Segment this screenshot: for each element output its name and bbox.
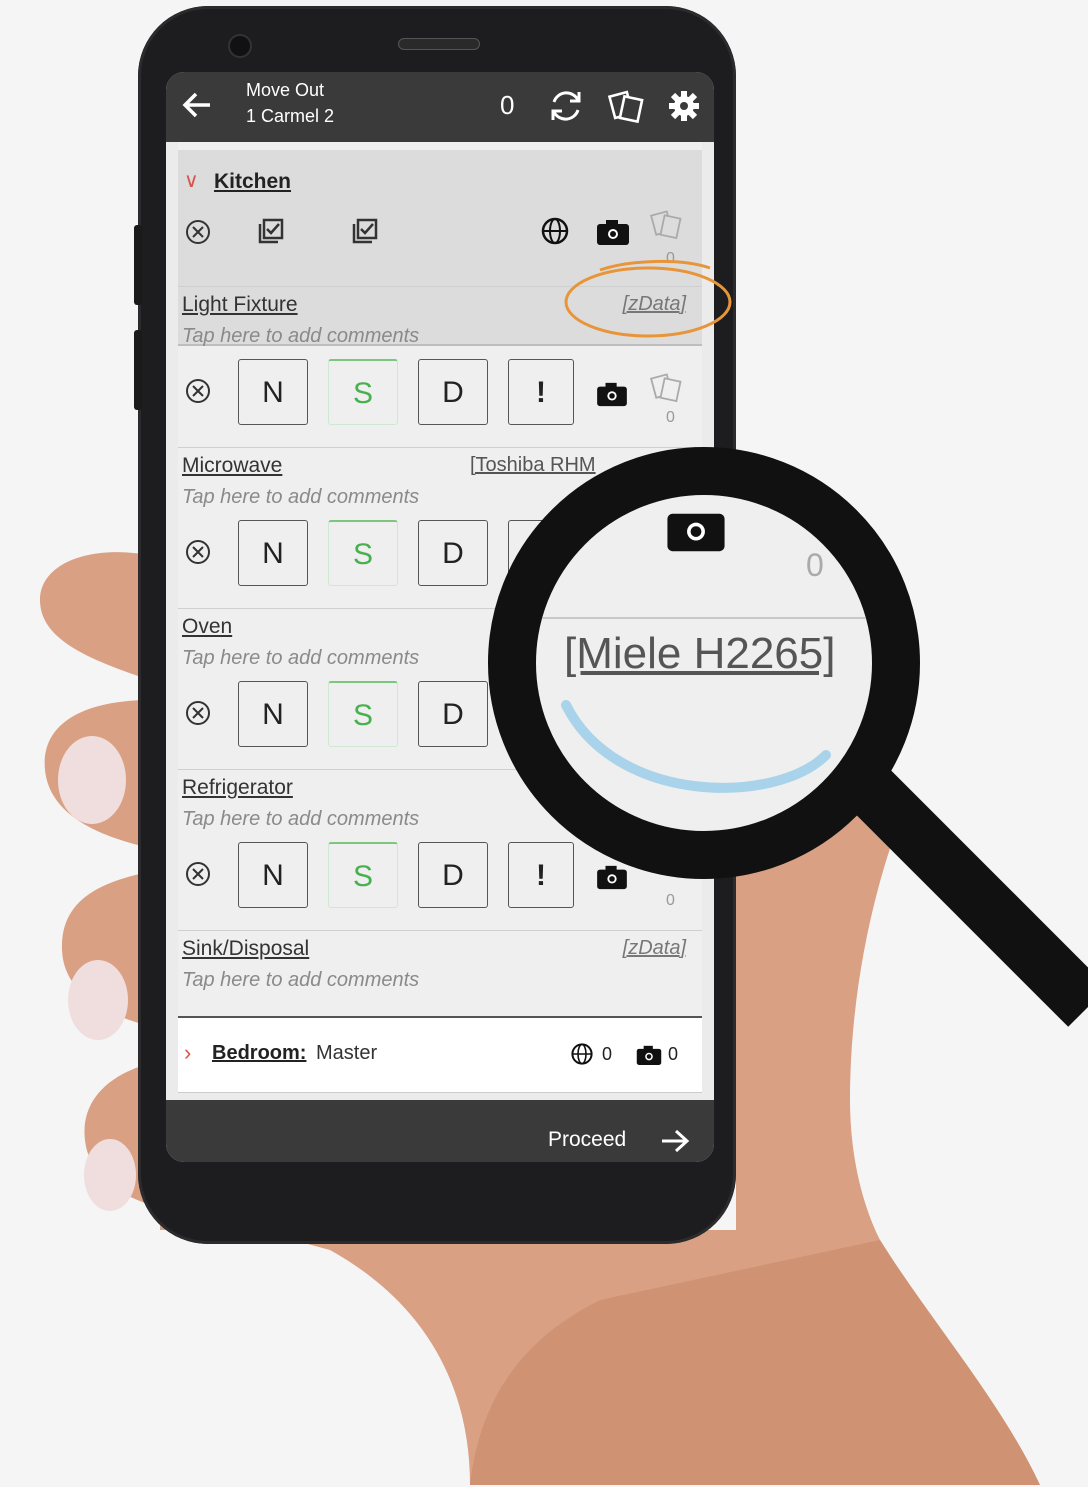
photos-icon[interactable] [648,369,684,405]
camera-icon [667,513,725,552]
magnified-model-tag: [Miele H2265] [564,629,836,678]
condition-s-button[interactable]: S [328,842,398,908]
comment-field[interactable]: Tap here to add comments [182,486,419,509]
property-name: 1 Carmel 2 [246,106,335,126]
condition-n-button[interactable]: N [238,842,308,908]
condition-s-button[interactable]: S [328,520,398,586]
inspection-title: Move Out [246,80,325,100]
sync-icon[interactable] [546,86,586,126]
condition-n-button[interactable]: N [238,359,308,425]
divider [536,617,872,619]
condition-n-button[interactable]: N [238,520,308,586]
item-name[interactable]: Light Fixture [182,293,298,317]
alert-button[interactable]: ! [508,359,574,425]
gear-icon[interactable] [664,86,704,126]
camera-icon[interactable] [596,381,628,407]
side-button [134,225,142,305]
clear-icon[interactable] [184,538,212,566]
pending-count: 0 [500,90,515,120]
front-camera [228,34,252,58]
magnifier-overlay: 0 [Miele H2265] [488,447,1088,1027]
side-button [134,330,142,410]
photos-icon[interactable] [606,86,646,126]
app-bar: Move Out 1 Carmel 2 0 [166,72,714,142]
highlight-ring [564,259,732,338]
comment-field[interactable]: Tap here to add comments [182,325,419,348]
magnified-count: 0 [806,547,824,583]
condition-d-button[interactable]: D [418,520,488,586]
clear-icon[interactable] [184,699,212,727]
item-name[interactable]: Microwave [182,454,282,478]
comment-field[interactable]: Tap here to add comments [182,808,419,831]
item-name[interactable]: Sink/Disposal [182,937,309,961]
comment-field[interactable]: Tap here to add comments [182,969,419,992]
photo-count: 0 [666,409,675,426]
condition-d-button[interactable]: D [418,842,488,908]
bedroom-label[interactable]: Bedroom: [212,1042,306,1065]
condition-d-button[interactable]: D [418,681,488,747]
item-name[interactable]: Oven [182,615,232,639]
lens-reflection [561,700,831,793]
clear-icon[interactable] [184,377,212,405]
item-name[interactable]: Refrigerator [182,776,293,800]
condition-s-button[interactable]: S [328,681,398,747]
bedroom-name: Master [316,1042,378,1064]
condition-s-button[interactable]: S [328,359,398,425]
clear-icon[interactable] [184,860,212,888]
condition-d-button[interactable]: D [418,359,488,425]
speaker-grille [398,38,480,50]
arrow-left-icon[interactable] [180,88,214,122]
chevron-right-icon[interactable]: › [184,1040,191,1066]
condition-n-button[interactable]: N [238,681,308,747]
comment-field[interactable]: Tap here to add comments [182,647,419,670]
magnifier-lens: 0 [Miele H2265] [488,447,920,879]
